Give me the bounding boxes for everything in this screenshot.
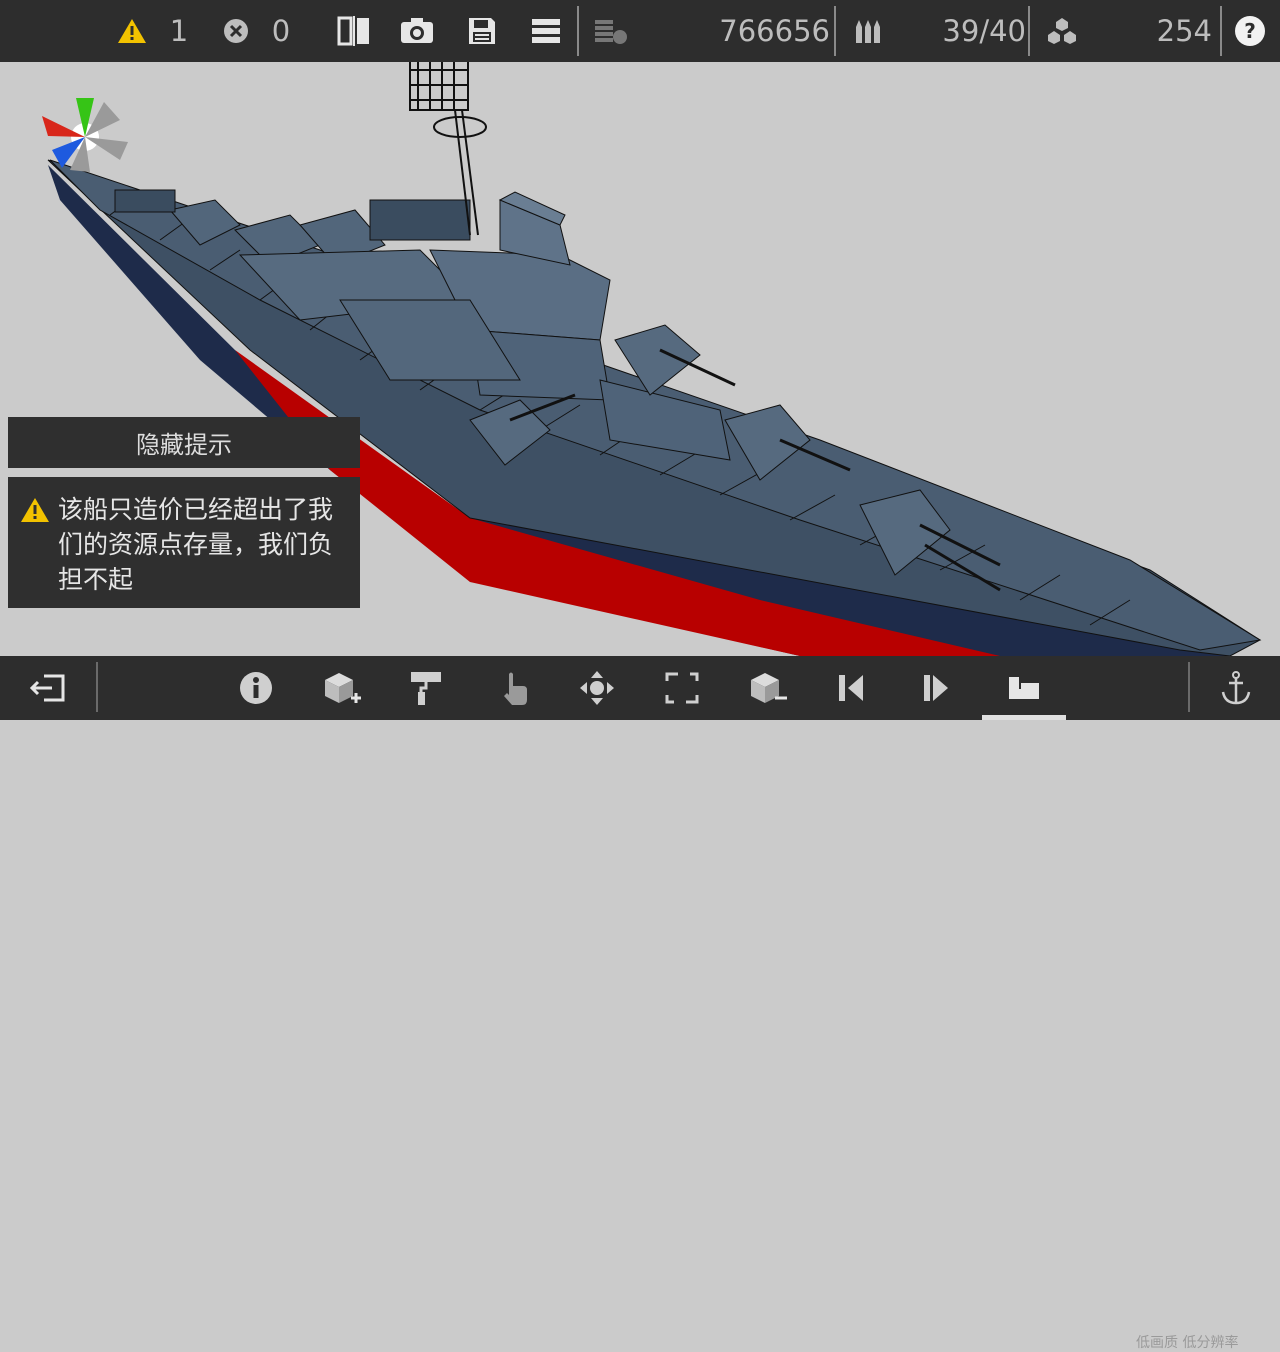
parts-icon: [1042, 0, 1082, 62]
info-icon[interactable]: [226, 656, 286, 720]
warning-text: 该船只造价已经超出了我们的资源点存量，我们负担不起: [58, 495, 334, 594]
move-icon[interactable]: [567, 656, 627, 720]
add-part-icon[interactable]: [311, 656, 371, 720]
rotate-frame-icon[interactable]: [652, 656, 712, 720]
remove-part-icon[interactable]: [737, 656, 797, 720]
errors-count: 0: [271, 14, 291, 48]
quality-label: 低画质 低分辨率: [1136, 1335, 1239, 1351]
ammo-icon: [850, 0, 890, 62]
cost-warning-message: 该船只造价已经超出了我们的资源点存量，我们负担不起: [8, 477, 360, 608]
ammo-value: 39/40: [942, 14, 1026, 48]
parts-value: 254: [1156, 14, 1212, 48]
menu-icon[interactable]: [526, 0, 566, 62]
error-icon[interactable]: [220, 0, 252, 62]
bottom-toolbar: 低画质 低分辨率: [0, 656, 1280, 1351]
camera-icon[interactable]: [396, 0, 438, 62]
warnings-count: 1: [169, 14, 189, 48]
orientation-gizmo-icon[interactable]: [40, 92, 132, 178]
selected-tool-indicator: [982, 715, 1066, 720]
sofa-icon[interactable]: [994, 656, 1054, 720]
svg-text:?: ?: [1244, 19, 1256, 43]
funds-value: 766656: [719, 14, 830, 48]
hide-hint-button[interactable]: 隐藏提示: [8, 417, 360, 468]
anchor-icon[interactable]: [1206, 656, 1266, 720]
warning-icon[interactable]: [114, 0, 150, 62]
save-icon[interactable]: [462, 0, 502, 62]
step-back-icon[interactable]: [822, 656, 882, 720]
top-toolbar: 1 0 766656 39/40 254 ?: [0, 0, 1280, 62]
step-forward-icon[interactable]: [907, 656, 967, 720]
resources-icon: [590, 0, 632, 62]
mirror-icon[interactable]: [334, 0, 374, 62]
warning-icon: [20, 497, 50, 532]
paint-roller-icon[interactable]: [396, 656, 456, 720]
help-icon[interactable]: ?: [1230, 0, 1270, 62]
exit-icon[interactable]: [18, 656, 78, 720]
hand-pointer-icon[interactable]: [484, 656, 544, 720]
